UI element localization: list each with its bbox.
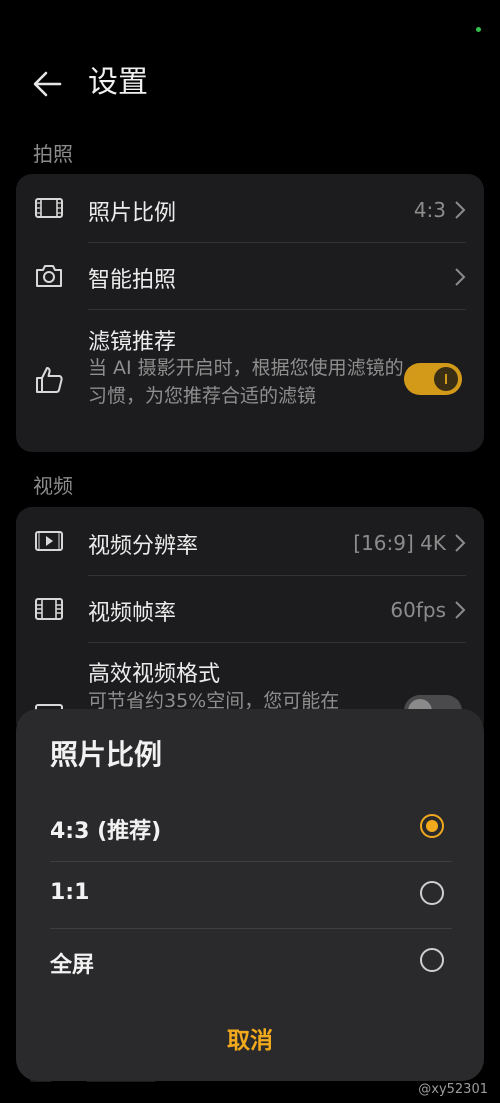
video-resolution-label: 视频分辨率	[88, 534, 199, 559]
filter-recommend-row: 滤镜推荐 当 AI 摄影开启时，根据您使用滤镜的习惯，为您推荐合适的滤镜	[16, 310, 484, 452]
dialog-title: 照片比例	[50, 738, 163, 771]
photo-ratio-value: 4:3	[413, 198, 446, 222]
smart-photo-row[interactable]: 智能拍照	[16, 243, 484, 309]
filter-recommend-description: 当 AI 摄影开启时，根据您使用滤镜的习惯，为您推荐合适的滤镜	[88, 357, 404, 407]
page-title: 设置	[88, 65, 148, 100]
photo-settings-card: 照片比例 4:3 智能拍照 滤镜推荐 当 AI 摄影开启时，根据您使用滤镜的习惯…	[16, 174, 484, 452]
section-label-photo: 拍照	[33, 142, 73, 166]
option-label: 全屏	[50, 953, 95, 978]
video-framerate-value: 60fps	[390, 598, 446, 622]
video-play-icon	[35, 531, 63, 551]
radio-button[interactable]	[420, 948, 444, 972]
video-framerate-label: 视频帧率	[88, 601, 177, 626]
cancel-button[interactable]: 取消	[16, 1021, 484, 1055]
filter-recommend-toggle[interactable]	[404, 363, 462, 395]
back-arrow-icon[interactable]	[30, 66, 66, 102]
film-icon	[35, 598, 63, 620]
header: 设置	[0, 58, 500, 108]
option-1-1[interactable]: 1:1	[16, 862, 484, 928]
video-resolution-value: [16:9] 4K	[353, 531, 446, 555]
filter-recommend-label: 滤镜推荐	[88, 330, 177, 355]
option-label: 1:1	[50, 880, 90, 905]
video-framerate-row[interactable]: 视频帧率 60fps	[16, 576, 484, 642]
video-resolution-row[interactable]: 视频分辨率 [16:9] 4K	[16, 507, 484, 575]
chevron-right-icon	[455, 601, 466, 619]
watermark: @xy52301	[418, 1082, 488, 1097]
status-indicator-dot	[476, 27, 481, 32]
option-label: 4:3 (推荐)	[50, 819, 162, 844]
hevc-format-label: 高效视频格式	[88, 662, 221, 687]
radio-button[interactable]	[420, 881, 444, 905]
photo-ratio-row[interactable]: 照片比例 4:3	[16, 174, 484, 242]
chevron-right-icon	[455, 268, 466, 286]
option-fullscreen[interactable]: 全屏	[16, 929, 484, 995]
aspect-ratio-icon	[35, 198, 63, 218]
radio-button-selected[interactable]	[420, 814, 444, 838]
section-label-video: 视频	[33, 474, 73, 498]
option-4-3[interactable]: 4:3 (推荐)	[16, 795, 484, 861]
chevron-right-icon	[455, 201, 466, 219]
chevron-right-icon	[455, 534, 466, 552]
video-settings-card: 视频分辨率 [16:9] 4K 视频帧率 60fps 高效视频格式 可节省约35…	[16, 507, 484, 737]
camera-icon	[36, 265, 62, 287]
photo-ratio-dialog: 照片比例 4:3 (推荐) 1:1 全屏 取消	[16, 709, 484, 1081]
photo-ratio-label: 照片比例	[88, 201, 177, 226]
thumbs-up-icon	[36, 367, 63, 393]
smart-photo-label: 智能拍照	[88, 268, 177, 293]
